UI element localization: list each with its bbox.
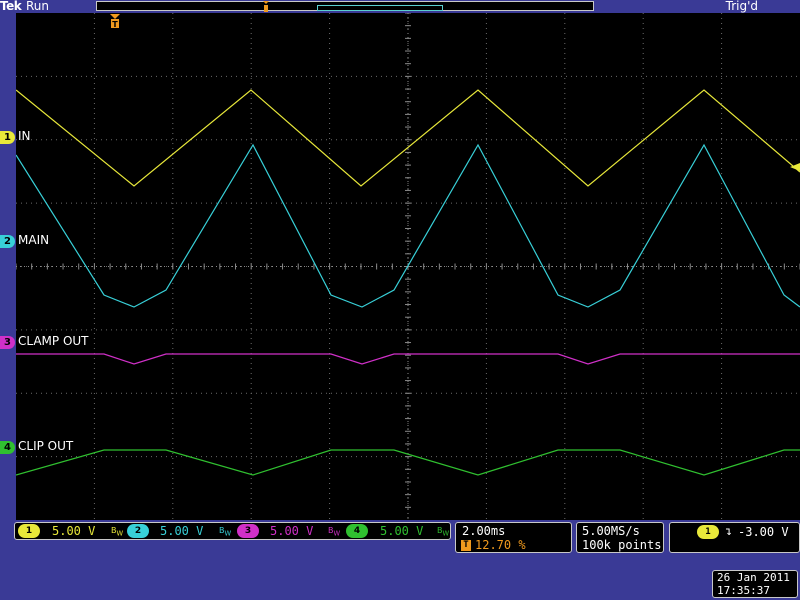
ch4-badge[interactable]: 4 xyxy=(346,524,368,538)
trace-ch4-clip-out xyxy=(15,449,800,476)
trigger-level: -3.00 V xyxy=(738,525,789,539)
time: 17:35:37 xyxy=(717,584,770,597)
trigger-position-percent: 12.70 % xyxy=(475,538,526,552)
ch2-ground-marker[interactable]: 2 xyxy=(0,235,15,248)
ch4-ground-marker[interactable]: 4 xyxy=(0,441,15,454)
graticule-and-traces: T xyxy=(15,12,800,520)
record-view-bar[interactable] xyxy=(96,1,594,11)
trigger-state: Trig'd xyxy=(725,0,758,13)
ch4-label: CLIP OUT xyxy=(18,439,74,453)
ch2-scale[interactable]: 5.00 V xyxy=(160,524,203,538)
datetime-panel: 26 Jan 2011 17:35:37 xyxy=(712,570,798,598)
bandwidth-limit-icon: BW xyxy=(111,526,124,538)
sample-rate: 5.00MS/s xyxy=(582,524,640,538)
ch1-badge[interactable]: 1 xyxy=(18,524,40,538)
trigger-time-marker-icon: T xyxy=(110,14,120,29)
horizontal-scale: 2.00ms xyxy=(462,524,506,538)
bandwidth-limit-icon: BW xyxy=(219,526,232,538)
ch1-scale[interactable]: 5.00 V xyxy=(52,524,95,538)
trigger-source-badge: 1 xyxy=(697,525,719,539)
bandwidth-limit-icon: BW xyxy=(328,526,341,538)
ch1-ground-marker[interactable]: 1 xyxy=(0,131,15,144)
ch1-label: IN xyxy=(18,129,31,143)
record-length: 100k points xyxy=(582,538,662,552)
ch2-label: MAIN xyxy=(18,233,50,247)
trigger-position-icon: T xyxy=(461,540,471,551)
ch3-scale[interactable]: 5.00 V xyxy=(270,524,313,538)
date: 26 Jan 2011 xyxy=(717,571,790,584)
run-state[interactable]: Run xyxy=(26,0,49,13)
acquisition-panel[interactable]: 5.00MS/s 100k points xyxy=(576,522,664,553)
ch3-ground-marker[interactable]: 3 xyxy=(0,336,15,349)
svg-text:T: T xyxy=(112,20,118,29)
timebase-panel[interactable]: 2.00ms T 12.70 % xyxy=(455,522,572,553)
record-view-window[interactable] xyxy=(317,5,443,11)
ch4-scale[interactable]: 5.00 V xyxy=(380,524,423,538)
ch3-badge[interactable]: 3 xyxy=(237,524,259,538)
trigger-position-marker-icon xyxy=(263,1,269,12)
waveform-display[interactable]: T xyxy=(15,12,800,520)
status-bar: Tek Run Trig'd xyxy=(0,0,800,13)
bandwidth-limit-icon: BW xyxy=(437,526,450,538)
ch3-label: CLAMP OUT xyxy=(18,334,89,348)
falling-edge-icon: ↴ xyxy=(725,524,733,538)
trigger-panel[interactable]: 1 ↴ -3.00 V xyxy=(669,522,800,553)
ch2-badge[interactable]: 2 xyxy=(127,524,149,538)
brand-logo: Tek xyxy=(0,0,22,13)
